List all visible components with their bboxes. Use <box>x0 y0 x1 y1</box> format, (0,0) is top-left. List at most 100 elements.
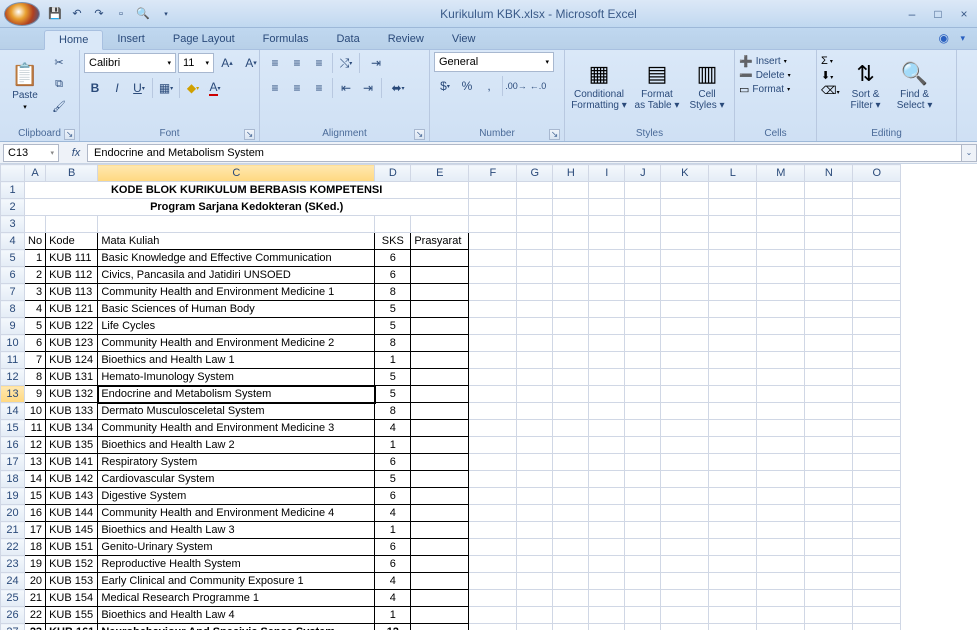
cell-F4[interactable] <box>469 233 517 250</box>
row-header-26[interactable]: 26 <box>1 607 25 624</box>
cell-J11[interactable] <box>625 352 661 369</box>
cell-L15[interactable] <box>709 420 757 437</box>
row-header-7[interactable]: 7 <box>1 284 25 301</box>
cell-K4[interactable] <box>661 233 709 250</box>
row-header-19[interactable]: 19 <box>1 488 25 505</box>
cell-J10[interactable] <box>625 335 661 352</box>
cell-H5[interactable] <box>553 250 589 267</box>
cell-L16[interactable] <box>709 437 757 454</box>
cell-N25[interactable] <box>805 590 853 607</box>
cut-icon[interactable]: ✂ <box>49 52 69 72</box>
cell-K21[interactable] <box>661 522 709 539</box>
row-header-6[interactable]: 6 <box>1 267 25 284</box>
cell-E23[interactable] <box>411 556 469 573</box>
tab-formulas[interactable]: Formulas <box>249 30 323 49</box>
cell-L3[interactable] <box>709 216 757 233</box>
cell-A21[interactable]: 17 <box>25 522 46 539</box>
cell-G4[interactable] <box>517 233 553 250</box>
cell-K3[interactable] <box>661 216 709 233</box>
col-header-B[interactable]: B <box>46 165 98 182</box>
cell-H20[interactable] <box>553 505 589 522</box>
align-center-icon[interactable]: ≡ <box>286 77 308 99</box>
cell-L18[interactable] <box>709 471 757 488</box>
row-header-9[interactable]: 9 <box>1 318 25 335</box>
col-header-J[interactable]: J <box>625 165 661 182</box>
tab-view[interactable]: View <box>438 30 490 49</box>
cell-K20[interactable] <box>661 505 709 522</box>
align-right-icon[interactable]: ≡ <box>308 77 330 99</box>
cell-A16[interactable]: 12 <box>25 437 46 454</box>
cell-D20[interactable]: 4 <box>375 505 411 522</box>
cell-N9[interactable] <box>805 318 853 335</box>
cell-J1[interactable] <box>625 182 661 199</box>
cell-C22[interactable]: Genito-Urinary System <box>98 539 375 556</box>
minimize-button[interactable]: – <box>903 7 921 21</box>
increase-decimal-icon[interactable]: .00→ <box>505 75 527 97</box>
cell-O23[interactable] <box>853 556 901 573</box>
cell-J14[interactable] <box>625 403 661 420</box>
col-header-E[interactable]: E <box>411 165 469 182</box>
cell-G12[interactable] <box>517 369 553 386</box>
insert-cells-button[interactable]: ➕Insert ▾ <box>739 55 787 68</box>
cell-B12[interactable]: KUB 131 <box>46 369 98 386</box>
cell-E13[interactable] <box>411 386 469 403</box>
cell-H11[interactable] <box>553 352 589 369</box>
cell-D15[interactable]: 4 <box>375 420 411 437</box>
cell-A13[interactable]: 9 <box>25 386 46 403</box>
font-dialog-launcher[interactable]: ↘ <box>244 129 255 140</box>
cell-F17[interactable] <box>469 454 517 471</box>
qat-dropdown[interactable] <box>156 5 174 23</box>
cell-F20[interactable] <box>469 505 517 522</box>
cell-B7[interactable]: KUB 113 <box>46 284 98 301</box>
cell-H22[interactable] <box>553 539 589 556</box>
cell-D17[interactable]: 6 <box>375 454 411 471</box>
cell-M2[interactable] <box>757 199 805 216</box>
cell-C10[interactable]: Community Health and Environment Medicin… <box>98 335 375 352</box>
tab-home[interactable]: Home <box>44 30 103 50</box>
cell-B3[interactable] <box>46 216 98 233</box>
cell-F7[interactable] <box>469 284 517 301</box>
cell-I4[interactable] <box>589 233 625 250</box>
cell-J16[interactable] <box>625 437 661 454</box>
cell-B10[interactable]: KUB 123 <box>46 335 98 352</box>
cell-L26[interactable] <box>709 607 757 624</box>
cell-C6[interactable]: Civics, Pancasila and Jatidiri UNSOED <box>98 267 375 284</box>
cell-J12[interactable] <box>625 369 661 386</box>
cell-D16[interactable]: 1 <box>375 437 411 454</box>
cell-C12[interactable]: Hemato-Imunology System <box>98 369 375 386</box>
accounting-format-icon[interactable]: $▾ <box>434 75 456 97</box>
find-select-button[interactable]: 🔍 Find &Select ▾ <box>892 52 938 120</box>
cell-H12[interactable] <box>553 369 589 386</box>
col-header-O[interactable]: O <box>853 165 901 182</box>
cell-B13[interactable]: KUB 132 <box>46 386 98 403</box>
cell-J21[interactable] <box>625 522 661 539</box>
cell-A17[interactable]: 13 <box>25 454 46 471</box>
name-box[interactable]: C13▾ <box>3 144 59 162</box>
cell-O25[interactable] <box>853 590 901 607</box>
cell-D13[interactable]: 5 <box>375 386 411 403</box>
cell-L17[interactable] <box>709 454 757 471</box>
cell-B23[interactable]: KUB 152 <box>46 556 98 573</box>
cell-E14[interactable] <box>411 403 469 420</box>
cell-C9[interactable]: Life Cycles <box>98 318 375 335</box>
print-preview-icon[interactable]: 🔍 <box>134 5 152 23</box>
cell-E20[interactable] <box>411 505 469 522</box>
cell-E25[interactable] <box>411 590 469 607</box>
cell-A27[interactable]: 23 <box>25 624 46 630</box>
cell-title2[interactable]: Program Sarjana Kedokteran (SKed.) <box>25 199 469 216</box>
cell-N24[interactable] <box>805 573 853 590</box>
cell-M21[interactable] <box>757 522 805 539</box>
percent-format-icon[interactable]: % <box>456 75 478 97</box>
cell-N23[interactable] <box>805 556 853 573</box>
cell-H4[interactable] <box>553 233 589 250</box>
merge-center-icon[interactable]: ⬌▾ <box>384 77 412 99</box>
cell-G27[interactable] <box>517 624 553 630</box>
fill-color-button[interactable]: ◆▾ <box>182 77 204 99</box>
grow-font-icon[interactable]: A▴ <box>216 52 238 74</box>
cell-L21[interactable] <box>709 522 757 539</box>
wrap-text-icon[interactable]: ⇥ <box>362 52 390 74</box>
cell-K26[interactable] <box>661 607 709 624</box>
cell-M11[interactable] <box>757 352 805 369</box>
cell-I24[interactable] <box>589 573 625 590</box>
cell-J5[interactable] <box>625 250 661 267</box>
